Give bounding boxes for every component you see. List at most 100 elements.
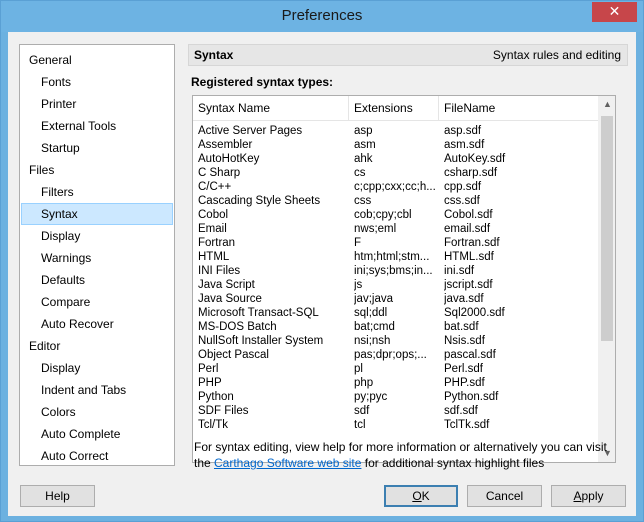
nav-item-display[interactable]: Display xyxy=(21,225,173,247)
nav-item-indent-and-tabs[interactable]: Indent and Tabs xyxy=(21,379,173,401)
cell-syntax-name: Java Script xyxy=(198,279,255,291)
nav-item-printer[interactable]: Printer xyxy=(21,93,173,115)
cell-syntax-name: C/C++ xyxy=(198,181,232,193)
table-row[interactable]: SDF Files sdf sdf.sdf xyxy=(193,404,598,418)
carthago-link[interactable]: Carthago Software web site xyxy=(214,456,361,470)
table-row[interactable]: Cascading Style Sheets css css.sdf xyxy=(193,194,598,208)
cell-extensions: htm;html;stm... xyxy=(354,251,430,263)
table-row[interactable]: C Sharp cs csharp.sdf xyxy=(193,166,598,180)
footnote-text-after: for additional syntax highlight files xyxy=(361,456,545,470)
cell-filename: cpp.sdf xyxy=(444,181,482,193)
nav-item-fonts[interactable]: Fonts xyxy=(21,71,173,93)
cell-filename: HTML.sdf xyxy=(444,251,494,263)
cell-filename: Cobol.sdf xyxy=(444,209,493,221)
column-header-extensions[interactable]: Extensions xyxy=(349,96,439,121)
table-row[interactable]: C/C++ c;cpp;cxx;cc;h... cpp.sdf xyxy=(193,180,598,194)
table-row[interactable]: Tcl/Tk tcl TclTk.sdf xyxy=(193,418,598,432)
cell-syntax-name: Tcl/Tk xyxy=(198,419,229,431)
panel-header: Syntax Syntax rules and editing xyxy=(188,44,628,66)
cell-filename: jscript.sdf xyxy=(444,279,493,291)
cell-extensions: tcl xyxy=(354,419,366,431)
cell-filename: Fortran.sdf xyxy=(444,237,500,249)
nav-item-auto-recover[interactable]: Auto Recover xyxy=(21,313,173,335)
help-button-label: Help xyxy=(45,489,70,503)
cell-syntax-name: Assembler xyxy=(198,139,253,151)
list-header: Syntax Name Extensions FileName xyxy=(193,96,598,121)
cell-syntax-name: INI Files xyxy=(198,265,241,277)
cancel-button-label: Cancel xyxy=(485,489,524,503)
apply-button-label: Apply xyxy=(573,489,604,503)
cell-extensions: ahk xyxy=(354,153,373,165)
cell-syntax-name: Cobol xyxy=(198,209,229,221)
table-row[interactable]: Email nws;eml email.sdf xyxy=(193,222,598,236)
cell-syntax-name: MS-DOS Batch xyxy=(198,321,277,333)
nav-item-general[interactable]: General xyxy=(21,49,173,71)
cell-syntax-name: Microsoft Transact-SQL xyxy=(198,307,319,319)
close-icon: ✕ xyxy=(608,3,621,19)
cell-filename: AutoKey.sdf xyxy=(444,153,506,165)
cancel-button[interactable]: Cancel xyxy=(467,485,542,507)
cell-extensions: sdf xyxy=(354,405,370,417)
cell-filename: PHP.sdf xyxy=(444,377,485,389)
cell-syntax-name: Email xyxy=(198,223,227,235)
ok-button-label: OK xyxy=(412,489,430,503)
nav-item-defaults[interactable]: Defaults xyxy=(21,269,173,291)
cell-filename: email.sdf xyxy=(444,223,491,235)
nav-item-warnings[interactable]: Warnings xyxy=(21,247,173,269)
table-row[interactable]: Java Source jav;java java.sdf xyxy=(193,292,598,306)
nav-item-syntax[interactable]: Syntax xyxy=(21,203,173,225)
title-bar[interactable]: Preferences ✕ xyxy=(1,1,643,32)
cell-syntax-name: Active Server Pages xyxy=(198,125,303,137)
category-tree[interactable]: General Fonts Printer External Tools Startup… xyxy=(19,44,175,466)
preferences-window: Preferences ✕ General Fonts Printer Externa… xyxy=(0,0,644,522)
nav-item-editor[interactable]: Editor xyxy=(21,335,173,357)
column-header-syntax-name[interactable]: Syntax Name xyxy=(193,96,349,121)
apply-button[interactable]: Apply xyxy=(551,485,626,507)
close-button[interactable]: ✕ xyxy=(592,2,637,22)
table-row[interactable]: MS-DOS Batch bat;cmd bat.sdf xyxy=(193,320,598,334)
dialog-body: General Fonts Printer External Tools Startup… xyxy=(8,32,636,516)
cell-filename: pascal.sdf xyxy=(444,349,496,361)
cell-filename: Python.sdf xyxy=(444,391,499,403)
table-row[interactable]: Java Script js jscript.sdf xyxy=(193,278,598,292)
help-button[interactable]: Help xyxy=(20,485,95,507)
vertical-scrollbar[interactable]: ▲ ▼ xyxy=(598,96,615,462)
cell-extensions: c;cpp;cxx;cc;h... xyxy=(354,181,436,193)
cell-filename: Nsis.sdf xyxy=(444,335,485,347)
cell-extensions: jav;java xyxy=(354,293,393,305)
ok-button[interactable]: OK xyxy=(384,485,458,507)
cell-syntax-name: NullSoft Installer System xyxy=(198,335,324,347)
table-row[interactable]: Assembler asm asm.sdf xyxy=(193,138,598,152)
table-row[interactable]: Microsoft Transact-SQL sql;ddl Sql2000.sdf xyxy=(193,306,598,320)
table-row[interactable]: HTML htm;html;stm... HTML.sdf xyxy=(193,250,598,264)
nav-item-files[interactable]: Files xyxy=(21,159,173,181)
cell-extensions: php xyxy=(354,377,374,389)
nav-item-auto-complete[interactable]: Auto Complete xyxy=(21,423,173,445)
cell-extensions: pl xyxy=(354,363,363,375)
cell-filename: java.sdf xyxy=(444,293,484,305)
nav-item-colors[interactable]: Colors xyxy=(21,401,173,423)
table-row[interactable]: Object Pascal pas;dpr;ops;... pascal.sdf xyxy=(193,348,598,362)
table-row[interactable]: PHP php PHP.sdf xyxy=(193,376,598,390)
table-row[interactable]: Perl pl Perl.sdf xyxy=(193,362,598,376)
nav-item-compare[interactable]: Compare xyxy=(21,291,173,313)
column-header-filename[interactable]: FileName xyxy=(439,96,598,121)
table-row[interactable]: Python py;pyc Python.sdf xyxy=(193,390,598,404)
nav-item-auto-correct[interactable]: Auto Correct xyxy=(21,445,173,467)
syntax-types-list[interactable]: Syntax Name Extensions FileName Active S… xyxy=(192,95,616,463)
nav-item-external-tools[interactable]: External Tools xyxy=(21,115,173,137)
nav-item-display[interactable]: Display xyxy=(21,357,173,379)
table-row[interactable]: INI Files ini;sys;bms;in... ini.sdf xyxy=(193,264,598,278)
table-row[interactable]: Fortran F Fortran.sdf xyxy=(193,236,598,250)
nav-item-startup[interactable]: Startup xyxy=(21,137,173,159)
table-row[interactable]: Active Server Pages asp asp.sdf xyxy=(193,124,598,138)
table-row[interactable]: NullSoft Installer System nsi;nsh Nsis.sdf xyxy=(193,334,598,348)
nav-item-filters[interactable]: Filters xyxy=(21,181,173,203)
scroll-up-arrow-icon[interactable]: ▲ xyxy=(599,96,615,113)
cell-extensions: asp xyxy=(354,125,373,137)
cell-filename: asm.sdf xyxy=(444,139,485,151)
scroll-thumb[interactable] xyxy=(601,116,613,341)
cell-filename: css.sdf xyxy=(444,195,480,207)
table-row[interactable]: Cobol cob;cpy;cbl Cobol.sdf xyxy=(193,208,598,222)
table-row[interactable]: AutoHotKey ahk AutoKey.sdf xyxy=(193,152,598,166)
